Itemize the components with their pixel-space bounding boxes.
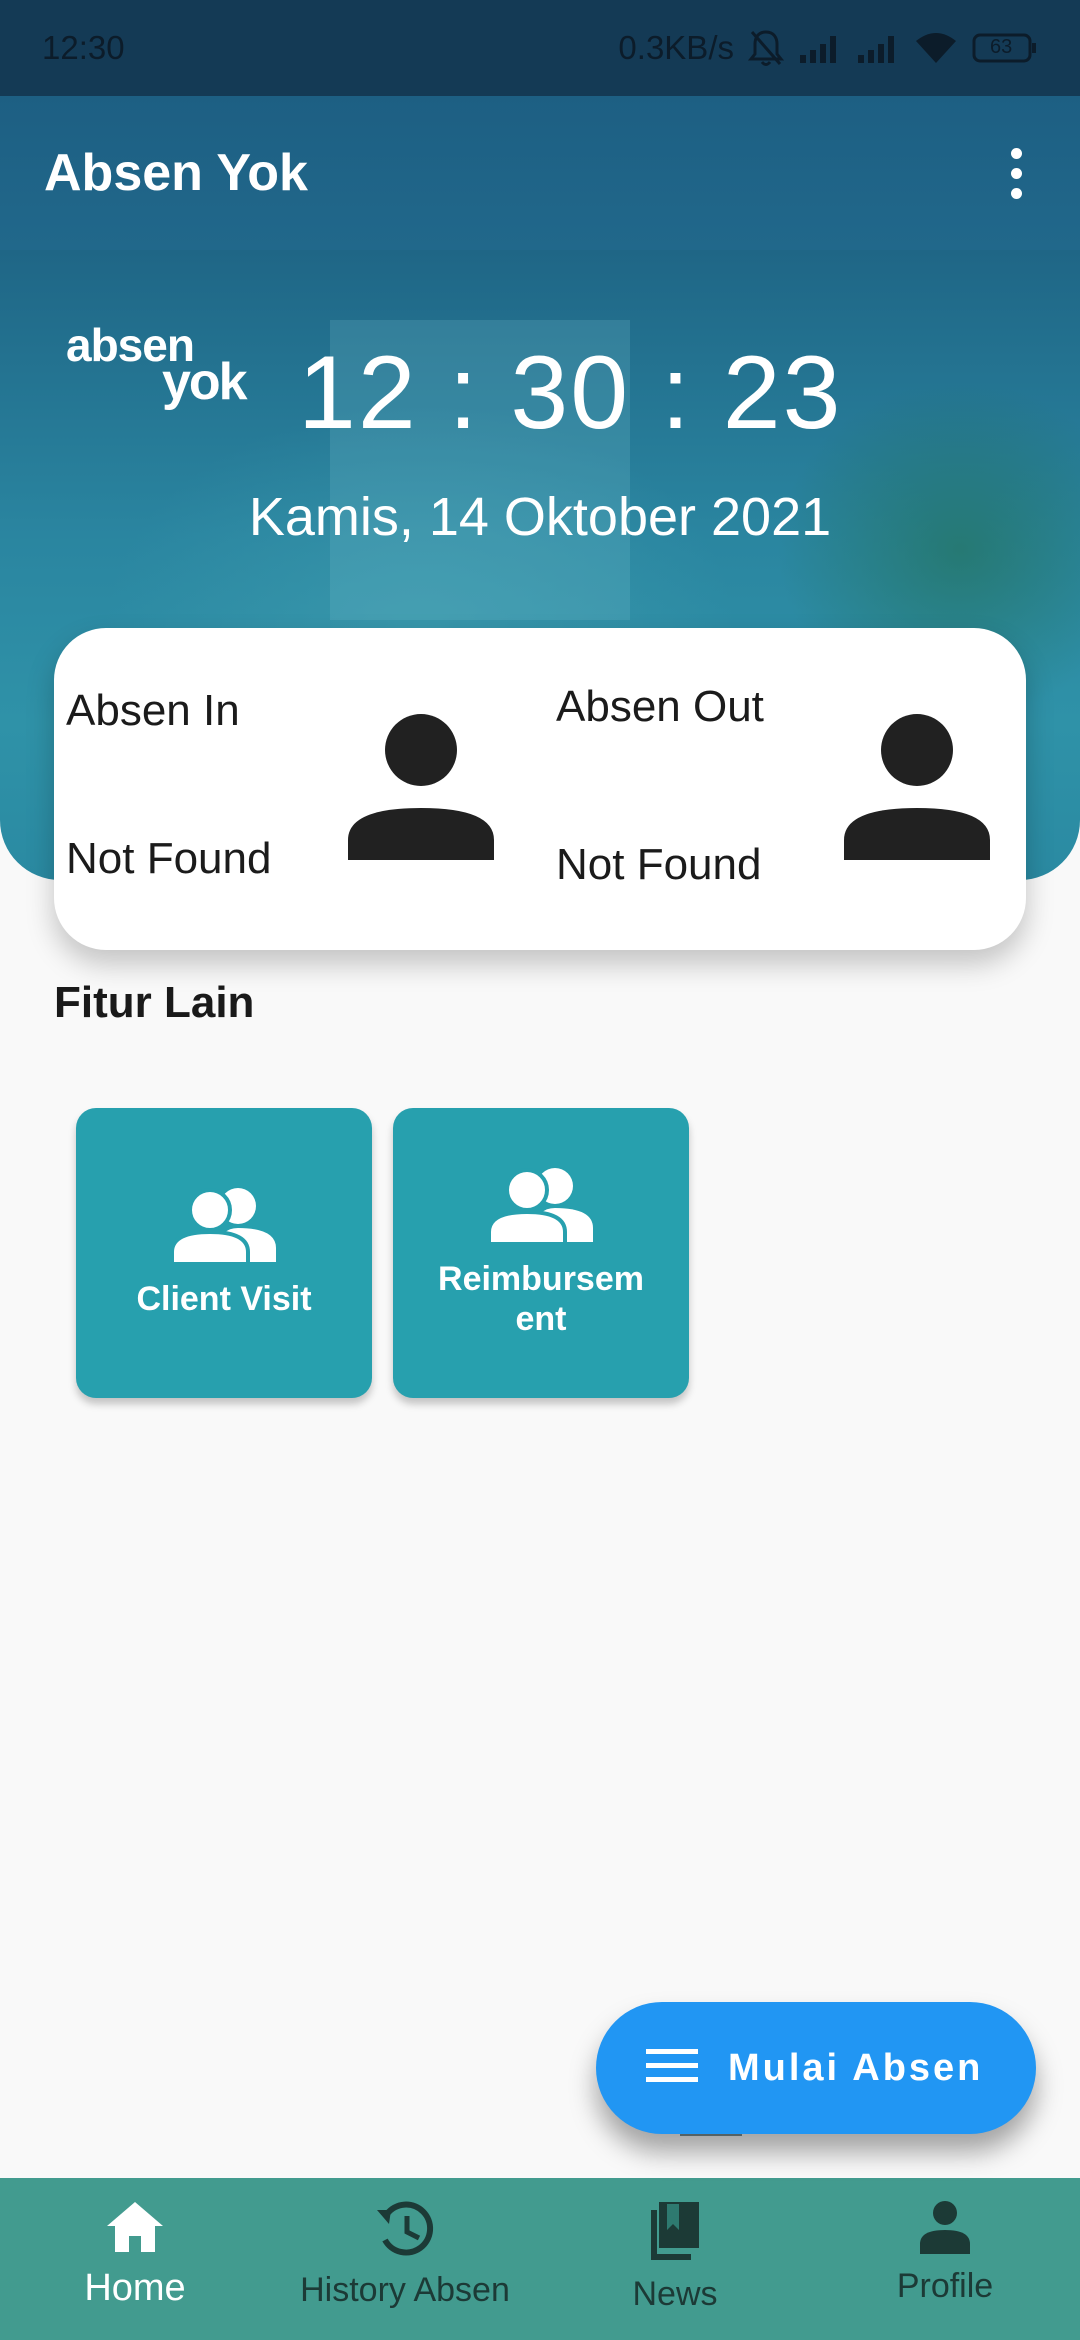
status-icons: 0.3KB/s 63: [618, 28, 1038, 68]
clock: 12 : 30 : 23: [298, 335, 843, 451]
people-icon: [487, 1168, 593, 1249]
signal-icon: [798, 33, 842, 63]
nav-news[interactable]: News: [540, 2178, 810, 2340]
app-logo: absen yok: [66, 319, 248, 411]
app-title: Absen Yok: [44, 144, 308, 202]
app-bar: Absen Yok: [0, 96, 1080, 250]
status-time: 12:30: [42, 29, 125, 66]
tile-label: Client Visit: [136, 1280, 312, 1318]
nav-label: News: [632, 2275, 718, 2313]
people-icon: [170, 1188, 276, 1269]
absen-in-status: Not Found: [66, 834, 272, 883]
nav-history-absen[interactable]: History Absen: [270, 2178, 540, 2340]
absen-out-label: Absen Out: [556, 682, 764, 731]
status-bar: 12:30 0.3KB/s 63: [0, 0, 1080, 96]
home-icon: [105, 2200, 165, 2259]
more-vert-icon[interactable]: [996, 143, 1036, 203]
wifi-icon: [914, 31, 958, 65]
battery-level: 63: [990, 36, 1013, 58]
section-title: Fitur Lain: [54, 978, 255, 1027]
date-label: Kamis, 14 Oktober 2021: [248, 487, 832, 547]
absen-in-label: Absen In: [66, 686, 240, 735]
tile-label: Reimbursem ent: [438, 1260, 644, 1338]
bell-off-icon: [748, 28, 784, 68]
nav-label: Profile: [896, 2267, 994, 2305]
absen-out-person-icon[interactable]: [844, 714, 990, 865]
person-icon: [920, 2200, 970, 2259]
mulai-absen-button[interactable]: Mulai Absen: [596, 2002, 1036, 2134]
nav-label: History Absen: [300, 2271, 510, 2309]
net-speed: 0.3KB/s: [618, 29, 734, 66]
client-visit-button[interactable]: Client Visit: [76, 1108, 372, 1398]
attendance-card: Absen In Not Found Absen Out Not Found: [54, 628, 1026, 950]
book-icon: [647, 2200, 703, 2267]
nav-label: Home: [84, 2267, 186, 2309]
absen-in-person-icon[interactable]: [348, 714, 494, 865]
battery-icon: 63: [972, 32, 1038, 64]
bottom-nav: Home History Absen News Profile: [0, 2178, 1080, 2340]
nav-profile[interactable]: Profile: [810, 2178, 1080, 2340]
fab-label: Mulai Absen: [728, 2046, 984, 2089]
nav-home[interactable]: Home: [0, 2178, 270, 2340]
absen-out-status: Not Found: [556, 840, 762, 889]
reimbursement-button[interactable]: Reimbursem ent: [393, 1108, 689, 1398]
history-icon: [375, 2200, 435, 2263]
menu-icon: [646, 2047, 698, 2090]
signal-icon: [856, 33, 900, 63]
